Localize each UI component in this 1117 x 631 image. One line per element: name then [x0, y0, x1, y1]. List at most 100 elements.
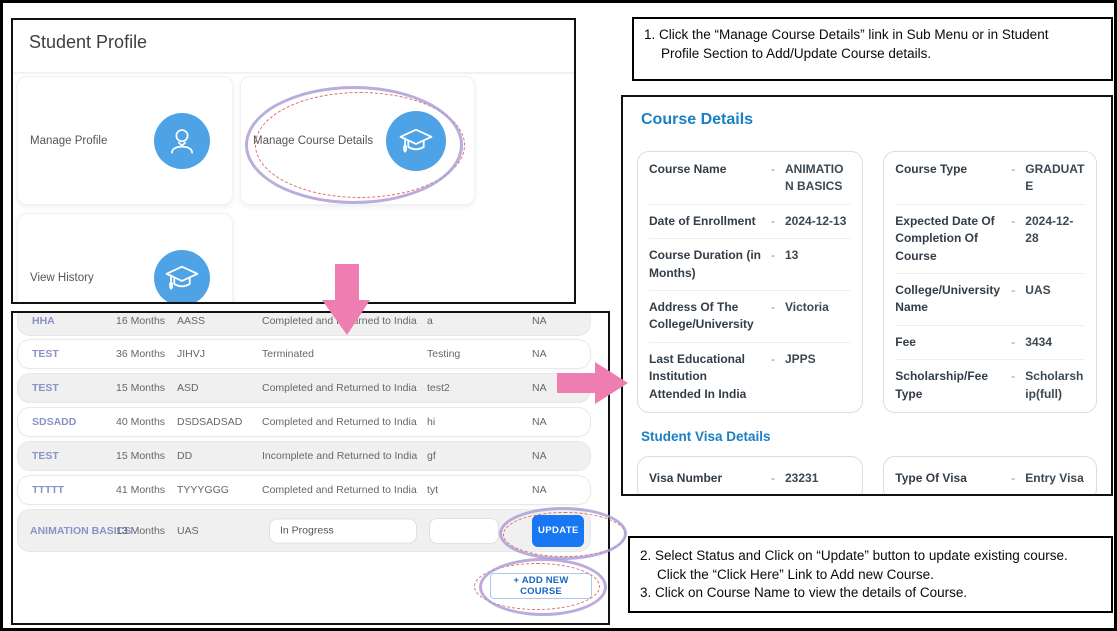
table-row: SDSADD 40 Months DSDSADSAD Completed and… — [17, 407, 591, 437]
visa-card-right: Type Of Visa - Entry Visa — [883, 456, 1097, 496]
field-value: Victoria — [785, 299, 851, 334]
card-manage-course-details[interactable]: Manage Course Details — [240, 76, 475, 205]
field-value: JPPS — [785, 351, 851, 403]
annotation-arrow-right-icon — [557, 361, 629, 405]
college-name: UAS — [177, 525, 199, 537]
course-name-link[interactable]: TTTTT — [32, 484, 64, 496]
college-name: DD — [177, 450, 192, 462]
card-view-history[interactable]: View History — [17, 213, 233, 304]
field-dash: - — [761, 161, 785, 196]
field-dash: - — [1001, 213, 1025, 265]
instruction-box-2: 2. Select Status and Click on “Update” b… — [628, 536, 1113, 613]
visa-value: NA — [532, 348, 547, 360]
field-dash: - — [761, 299, 785, 334]
field-label: College/University Name — [895, 282, 1001, 317]
card-manage-profile[interactable]: Manage Profile — [17, 76, 233, 205]
course-details-title: Course Details — [641, 111, 1097, 129]
course-name-link[interactable]: HHA — [32, 315, 55, 327]
field-label: Fee — [895, 334, 1001, 351]
college-name: JIHVJ — [177, 348, 205, 360]
update-button[interactable]: UPDATE — [532, 515, 584, 547]
graduation-cap-icon — [154, 250, 210, 305]
field-label: Date of Enrollment — [649, 213, 761, 230]
add-new-course-button[interactable]: + ADD NEW COURSE — [490, 573, 592, 599]
screenshot-root: Student Profile Manage Profile Manage Co… — [0, 0, 1117, 631]
field-row: Visa Number - 23231 — [649, 458, 851, 496]
course-duration: 40 Months — [116, 416, 165, 428]
course-name-link[interactable]: TEST — [32, 450, 59, 462]
field-row: Course Name - ANIMATION BASICS — [649, 153, 851, 204]
course-status: Completed and Returned to India — [262, 484, 417, 496]
course-name-link[interactable]: SDSADD — [32, 416, 76, 428]
field-value: 3434 — [1025, 334, 1085, 351]
annotation-arrow-down-icon — [321, 264, 371, 336]
college-name: DSDSADSAD — [177, 416, 242, 428]
visa-card-left: Visa Number - 23231 — [637, 456, 863, 496]
field-label: Course Duration (in Months) — [649, 247, 761, 282]
field-value: Entry Visa — [1025, 470, 1085, 487]
field-label: Expected Date Of Completion Of Course — [895, 213, 1001, 265]
course-details-card-right: Course Type - GRADUATE Expected Date Of … — [883, 151, 1097, 413]
field-label: Scholarship/Fee Type — [895, 368, 1001, 403]
field-row: Scholarship/Fee Type - Scholarship(full) — [895, 359, 1085, 411]
table-row: HHA 16 Months AASS Completed and Returne… — [17, 311, 591, 336]
course-details-card-left: Course Name - ANIMATION BASICS Date of E… — [637, 151, 863, 413]
field-value: GRADUATE — [1025, 161, 1085, 196]
table-row: TTTTT 41 Months TYYYGGG Completed and Re… — [17, 475, 591, 505]
field-dash: - — [1001, 282, 1025, 317]
instruction-line: Click the “Click Here” Link to Add new C… — [640, 566, 1107, 585]
field-dash: - — [761, 470, 785, 487]
status-select[interactable]: In Progress — [269, 518, 417, 543]
student-visa-details-title: Student Visa Details — [641, 429, 1097, 444]
field-dash: - — [1001, 161, 1025, 196]
remarks-input[interactable] — [429, 518, 499, 544]
field-label: Type Of Visa — [895, 470, 1001, 487]
course-duration: 15 Months — [116, 382, 165, 394]
field-dash: - — [761, 247, 785, 282]
divider — [13, 72, 574, 74]
course-remark: a — [427, 315, 433, 327]
field-value: 13 — [785, 247, 851, 282]
college-name: AASS — [177, 315, 205, 327]
field-value: Scholarship(full) — [1025, 368, 1085, 403]
card-label: Manage Course Details — [253, 135, 373, 147]
instruction-line: 3. Click on Course Name to view the deta… — [640, 584, 1107, 603]
instruction-line: Profile Section to Add/Update Course det… — [644, 45, 1107, 64]
field-row: Expected Date Of Completion Of Course - … — [895, 204, 1085, 273]
field-dash: - — [1001, 368, 1025, 403]
course-details-cards: Course Name - ANIMATION BASICS Date of E… — [637, 151, 1097, 413]
field-label: Address Of The College/University — [649, 299, 761, 334]
field-row: Type Of Visa - Entry Visa — [895, 458, 1085, 496]
course-duration: 15 Months — [116, 450, 165, 462]
visa-cards: Visa Number - 23231 Type Of Visa - Entry… — [637, 456, 1097, 496]
course-remark: gf — [427, 450, 436, 462]
field-label: Course Type — [895, 161, 1001, 196]
course-duration: 16 Months — [116, 315, 165, 327]
visa-value: NA — [532, 315, 547, 327]
instruction-line: 2. Select Status and Click on “Update” b… — [640, 547, 1107, 566]
field-label: Visa Number — [649, 470, 761, 487]
field-dash: - — [761, 351, 785, 403]
course-remark: Testing — [427, 348, 460, 360]
course-duration: 36 Months — [116, 348, 165, 360]
course-duration: 41 Months — [116, 484, 165, 496]
visa-value: NA — [532, 416, 547, 428]
course-remark: test2 — [427, 382, 450, 394]
instruction-box-1: 1. Click the “Manage Course Details” lin… — [632, 17, 1113, 81]
student-profile-panel: Student Profile Manage Profile Manage Co… — [11, 18, 576, 304]
table-row: TEST 15 Months DD Incomplete and Returne… — [17, 441, 591, 471]
instruction-line: 1. Click the “Manage Course Details” lin… — [644, 26, 1107, 45]
table-row: TEST 36 Months JIHVJ Terminated Testing … — [17, 339, 591, 369]
course-name-link[interactable]: TEST — [32, 348, 59, 360]
field-row: Course Type - GRADUATE — [895, 153, 1085, 204]
course-status: Completed and Returned to India — [262, 416, 417, 428]
person-icon — [154, 113, 210, 169]
course-name-link[interactable]: TEST — [32, 382, 59, 394]
field-value: UAS — [1025, 282, 1085, 317]
course-duration: 13 Months — [116, 525, 165, 537]
field-row: Address Of The College/University - Vict… — [649, 290, 851, 342]
field-value: 2024-12-28 — [1025, 213, 1085, 265]
field-row: College/University Name - UAS — [895, 273, 1085, 325]
field-label: Course Name — [649, 161, 761, 196]
field-row: Course Duration (in Months) - 13 — [649, 238, 851, 290]
